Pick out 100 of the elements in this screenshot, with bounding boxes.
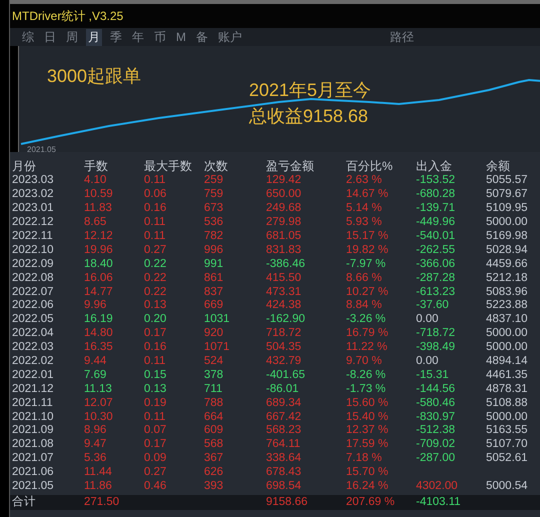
table-cell-text: 249.68 bbox=[266, 202, 302, 216]
table-cell-text: -144.56 bbox=[416, 382, 456, 396]
table-cell-text: 831.83 bbox=[266, 244, 302, 257]
period-tab[interactable]: 综 bbox=[20, 28, 36, 46]
period-tab[interactable]: 备 bbox=[194, 28, 210, 46]
table-cell-text: -162.90 bbox=[266, 313, 306, 326]
table-cell-text: 536 bbox=[204, 216, 224, 230]
table-cell-text: 996 bbox=[204, 244, 224, 257]
table-cell-text: 5163.55 bbox=[486, 424, 529, 438]
table-cell-text: 9.44 bbox=[84, 355, 108, 368]
table-cell-text: -3.26 % bbox=[346, 313, 387, 326]
period-tab[interactable]: 币 bbox=[152, 28, 168, 46]
table-cell-text: 合计 bbox=[12, 496, 37, 510]
table-cell-text: 759 bbox=[204, 188, 224, 202]
table-cell-text: 2022.05 bbox=[12, 313, 55, 326]
period-tab[interactable]: 年 bbox=[130, 28, 146, 46]
table-cell-text: 0.00 bbox=[416, 355, 440, 368]
table-cell-text: 0.16 bbox=[144, 341, 168, 354]
table-cell-text: 4461.35 bbox=[486, 368, 529, 382]
table-cell-text: 5212.18 bbox=[486, 272, 529, 285]
table-cell-text: 788 bbox=[204, 396, 224, 410]
table-cell-text: 4894.14 bbox=[486, 355, 529, 368]
table-cell-text: 338.64 bbox=[266, 452, 302, 466]
table-cell-text: 2023.02 bbox=[12, 188, 55, 202]
table-cell-text: -37.60 bbox=[416, 299, 450, 312]
period-tab[interactable]: 账户 bbox=[216, 28, 244, 46]
table-cell-text: 2021.09 bbox=[12, 424, 55, 438]
table-cell-text: -449.96 bbox=[416, 216, 456, 230]
table-cell-text: 664 bbox=[204, 410, 224, 424]
table-cell-text: 10.30 bbox=[84, 410, 114, 424]
table-cell-text: 2022.12 bbox=[12, 216, 55, 230]
table-cell-text: 5169.98 bbox=[486, 230, 529, 243]
table-cell-text: 0.22 bbox=[144, 272, 168, 285]
table-cell-text: 10.59 bbox=[84, 188, 114, 202]
table-cell-text: 0.46 bbox=[144, 480, 168, 494]
table-cell-text: 10.27 % bbox=[346, 286, 390, 299]
table-cell-text: 473.31 bbox=[266, 286, 302, 299]
table-cell-text: 367 bbox=[204, 452, 224, 466]
table-cell-text: 2022.11 bbox=[12, 230, 54, 243]
table-cell-text: 0.06 bbox=[144, 188, 168, 202]
column-header: 盈亏金额 bbox=[266, 158, 315, 175]
table-cell-text: -386.46 bbox=[266, 258, 306, 271]
table-cell-text: 5052.61 bbox=[486, 452, 529, 466]
table-cell-text: 11.13 bbox=[84, 382, 113, 396]
table-cell-text: 2022.08 bbox=[12, 272, 55, 285]
table-cell-text: 8.96 bbox=[84, 424, 108, 438]
table-cell-text: 8.66 % bbox=[346, 272, 383, 285]
table-cell-text: 861 bbox=[204, 272, 224, 285]
chart-caption: 2021年5月至今 bbox=[249, 79, 372, 102]
table-cell-text: 19.82 % bbox=[346, 244, 390, 257]
table-cell-text: 0.11 bbox=[144, 216, 167, 230]
table-cell-text: 0.22 bbox=[144, 286, 168, 299]
table-cell-text: 5028.94 bbox=[486, 244, 529, 257]
table-cell-text: -709.02 bbox=[416, 438, 456, 452]
table-cell-text: 11.86 bbox=[84, 480, 113, 494]
table-cell-text: 524 bbox=[204, 355, 224, 368]
table-cell-text: 4459.66 bbox=[486, 258, 529, 271]
axis-label: 2021.05 bbox=[27, 145, 56, 154]
table-cell-text: 7.18 % bbox=[346, 452, 383, 466]
table-cell-text: -680.28 bbox=[416, 188, 456, 202]
chart-caption: 总收益9158.68 bbox=[249, 105, 368, 128]
table-cell-text: -287.28 bbox=[416, 272, 456, 285]
column-header: 手数 bbox=[84, 158, 109, 175]
table-cell-text: 5107.70 bbox=[486, 438, 529, 452]
period-tab[interactable]: 周 bbox=[64, 28, 80, 46]
period-tab[interactable]: M bbox=[174, 30, 188, 44]
table-cell-text: 4.10 bbox=[84, 174, 108, 188]
table-cell-text: 14.67 % bbox=[346, 188, 390, 202]
table-cell-text: 681.05 bbox=[266, 230, 302, 243]
table-cell-text: 568.23 bbox=[266, 424, 302, 438]
table-cell-text: 0.09 bbox=[144, 452, 168, 466]
table-cell-text: 7.69 bbox=[84, 368, 108, 382]
table-cell-text: 432.79 bbox=[266, 355, 302, 368]
table-cell-text: 0.11 bbox=[144, 174, 167, 188]
table-cell-text: 698.54 bbox=[266, 480, 302, 494]
table-cell-text: 2022.04 bbox=[12, 327, 55, 340]
table-cell-text: 0.13 bbox=[144, 382, 168, 396]
period-tab[interactable]: 季 bbox=[108, 28, 124, 46]
table-cell-text: 11.22 % bbox=[346, 341, 388, 354]
table-cell-text: 2021.10 bbox=[12, 410, 55, 424]
table-cell-text: 0.20 bbox=[144, 313, 168, 326]
table-cell-text: 0.11 bbox=[144, 355, 167, 368]
table-cell-text: 609 bbox=[204, 424, 224, 438]
period-tab[interactable]: 月 bbox=[86, 28, 102, 46]
table-cell-text: 2022.01 bbox=[12, 368, 55, 382]
table-cell-text: 5000.00 bbox=[486, 327, 529, 340]
table-cell-text: 0.07 bbox=[144, 424, 168, 438]
table-cell-text: 0.00 bbox=[416, 313, 440, 326]
period-tab[interactable]: 日 bbox=[42, 28, 58, 46]
column-header: 余额 bbox=[486, 158, 511, 175]
table-cell-text: 5.36 bbox=[84, 452, 108, 466]
table-cell-text: 0.17 bbox=[144, 327, 168, 340]
table-cell-text: -7.97 % bbox=[346, 258, 387, 271]
path-tab[interactable]: 路径 bbox=[390, 28, 414, 46]
table-cell-text: 393 bbox=[204, 480, 224, 494]
table-cell-text: 837 bbox=[204, 286, 224, 299]
table-cell-text: 1071 bbox=[204, 341, 231, 354]
table-cell-text: 16.35 bbox=[84, 341, 114, 354]
table-cell-text: 18.40 bbox=[84, 258, 114, 271]
table-cell-text: 0.11 bbox=[144, 410, 167, 424]
